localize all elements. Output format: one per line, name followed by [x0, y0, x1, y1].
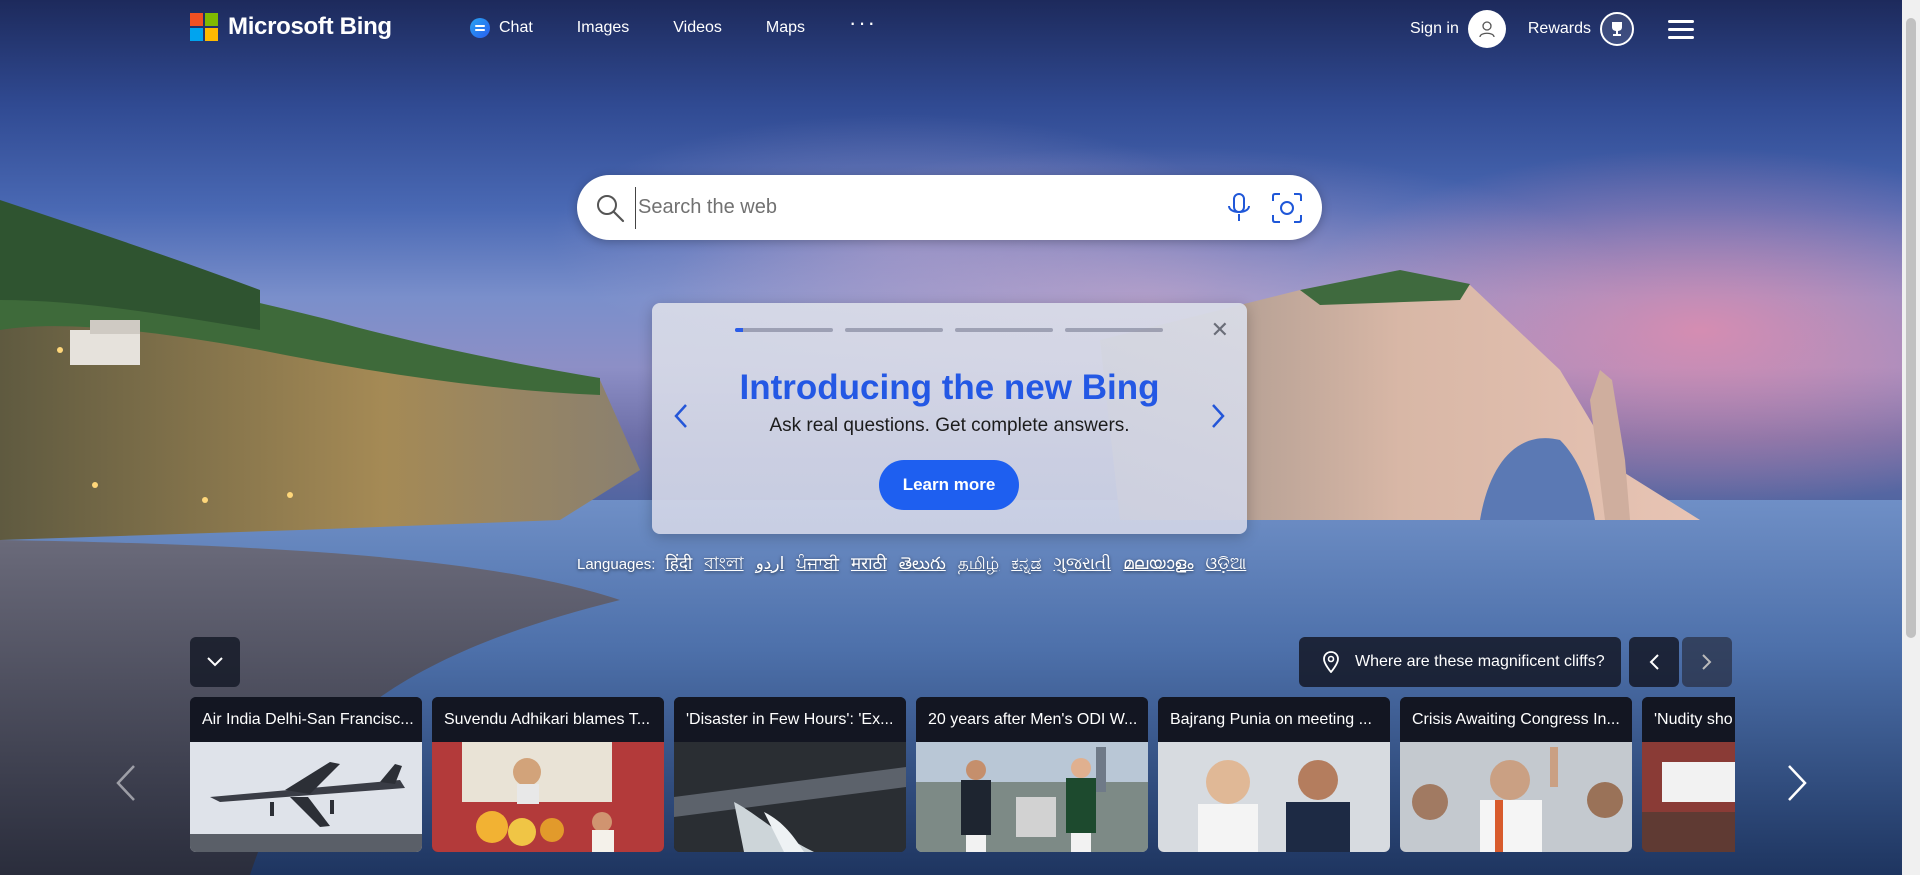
news-card[interactable]: 20 years after Men's ODI W... [916, 697, 1148, 852]
chevron-left-icon [1649, 654, 1659, 670]
nav-chat[interactable]: Chat [470, 18, 533, 38]
hamburger-menu-icon[interactable] [1668, 15, 1694, 44]
page-background: Microsoft Bing Chat Images Videos Maps ·… [0, 0, 1920, 875]
chevron-right-icon [1702, 654, 1712, 670]
news-card[interactable]: Crisis Awaiting Congress In... [1400, 697, 1632, 852]
news-card[interactable]: Air India Delhi-San Francisc... [190, 697, 422, 852]
language-link[interactable]: தமிழ் [958, 554, 1000, 576]
language-link[interactable]: తెలుగు [899, 554, 946, 578]
image-info-button[interactable]: Where are these magnificent cliffs? [1299, 637, 1621, 687]
rewards-label: Rewards [1527, 20, 1591, 37]
nav-images[interactable]: Images [577, 19, 629, 37]
news-thumbnail [432, 742, 664, 852]
close-icon[interactable]: ✕ [1211, 319, 1229, 341]
news-card-title: Bajrang Punia on meeting ... [1158, 697, 1390, 742]
promo-card: ✕ Introducing the new Bing Ask real ques… [652, 303, 1247, 534]
promo-progress-bar[interactable] [735, 328, 833, 332]
rewards-button[interactable]: Rewards [1528, 12, 1634, 46]
bing-logo[interactable]: Microsoft Bing [190, 13, 392, 41]
scrollbar-thumb[interactable] [1906, 18, 1916, 638]
language-link[interactable]: मराठी [851, 551, 887, 574]
microphone-icon[interactable] [1226, 192, 1252, 224]
promo-progress-fill [735, 328, 743, 332]
learn-more-button[interactable]: Learn more [879, 460, 1019, 510]
news-carousel: Air India Delhi-San Francisc... Suvendu … [190, 697, 1735, 852]
page-scrollbar[interactable] [1902, 0, 1920, 875]
rewards-trophy-icon [1600, 12, 1634, 46]
language-link[interactable]: ଓଡ଼ିଆ [1206, 554, 1247, 574]
languages-label: Languages: [577, 556, 656, 573]
language-link[interactable]: മലയാളം [1123, 554, 1193, 574]
chevron-down-icon [207, 657, 223, 667]
promo-progress [735, 328, 1163, 332]
search-box [577, 175, 1322, 240]
search-input[interactable] [635, 186, 1218, 229]
news-card[interactable]: 'Nudity sho [1642, 697, 1735, 852]
next-image-button[interactable] [1682, 637, 1732, 687]
location-pin-icon [1323, 651, 1339, 673]
news-card-title: 'Disaster in Few Hours': 'Ex... [674, 697, 906, 742]
nav-maps[interactable]: Maps [766, 19, 805, 37]
language-link[interactable]: اردو [756, 554, 785, 574]
top-nav: Chat Images Videos Maps ··· [470, 10, 877, 38]
search-icon[interactable] [595, 193, 625, 223]
sign-in-button[interactable]: Sign in [1410, 10, 1506, 48]
promo-subtitle: Ask real questions. Get complete answers… [769, 415, 1130, 436]
nav-videos[interactable]: Videos [673, 19, 722, 37]
news-thumbnail [1400, 742, 1632, 852]
language-link[interactable]: ਪੰਜਾਬੀ [796, 554, 839, 574]
news-card[interactable]: Suvendu Adhikari blames T... [432, 697, 664, 852]
nav-maps-label: Maps [765, 19, 806, 36]
avatar-icon [1467, 10, 1506, 48]
language-link[interactable]: বাংলা [704, 551, 743, 579]
news-thumbnail [190, 742, 422, 852]
language-link[interactable]: ಕನ್ನಡ [1011, 554, 1041, 574]
news-card[interactable]: Bajrang Punia on meeting ... [1158, 697, 1390, 852]
image-caption: Where are these magnificent cliffs? [1355, 653, 1605, 670]
promo-progress-bar[interactable] [955, 328, 1053, 332]
news-card-title: Air India Delhi-San Francisc... [190, 697, 422, 742]
more-menu-button[interactable]: ··· [849, 10, 877, 36]
microsoft-logo-icon [190, 13, 218, 41]
chat-icon [470, 18, 490, 38]
news-card-title: Suvendu Adhikari blames T... [432, 697, 664, 742]
sign-in-label: Sign in [1409, 20, 1459, 37]
news-prev-chevron-icon[interactable] [115, 763, 137, 813]
language-link[interactable]: हिंदी [665, 551, 692, 574]
news-thumbnail [1642, 742, 1735, 852]
news-next-chevron-icon[interactable] [1786, 763, 1808, 813]
news-card-title: 20 years after Men's ODI W... [916, 697, 1148, 742]
nav-chat-label: Chat [499, 19, 533, 36]
brand-name: Microsoft Bing [228, 13, 392, 40]
collapse-feed-button[interactable] [190, 637, 240, 687]
news-card[interactable]: 'Disaster in Few Hours': 'Ex... [674, 697, 906, 852]
nav-videos-label: Videos [673, 19, 722, 36]
visual-search-icon[interactable] [1270, 191, 1304, 225]
promo-title: Introducing the new Bing [739, 368, 1160, 407]
header-right: Sign in Rewards [1410, 10, 1694, 48]
news-card-title: Crisis Awaiting Congress In... [1400, 697, 1632, 742]
nav-images-label: Images [576, 19, 630, 36]
language-link[interactable]: ગુજરાતી [1053, 554, 1111, 574]
news-card-title: 'Nudity sho [1642, 697, 1735, 742]
news-thumbnail [674, 742, 906, 852]
promo-progress-bar[interactable] [1065, 328, 1163, 332]
promo-progress-bar[interactable] [845, 328, 943, 332]
previous-image-button[interactable] [1629, 637, 1679, 687]
news-thumbnail [916, 742, 1148, 852]
languages-bar: Languages: हिंदी বাংলা اردو ਪੰਜਾਬੀ मराठी… [577, 551, 1258, 579]
news-thumbnail [1158, 742, 1390, 852]
